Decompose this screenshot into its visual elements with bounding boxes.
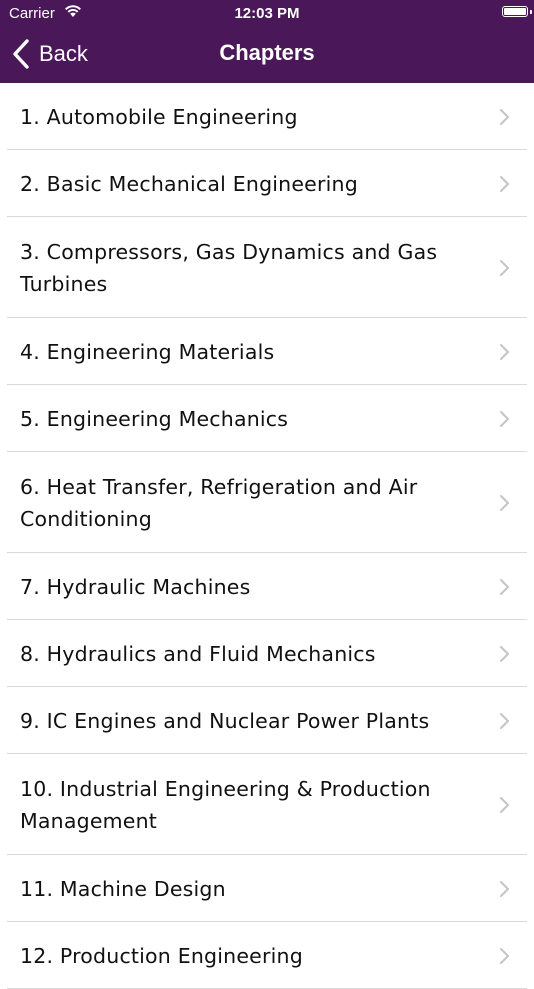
chevron-right-icon [500,947,509,964]
chapter-row[interactable]: 6. Heat Transfer, Refrigeration and Air … [0,452,534,553]
chapter-label: 10. Industrial Engineering & Production … [20,776,431,833]
chapter-label: 5. Engineering Mechanics [20,406,289,431]
chevron-right-icon [500,712,509,729]
chapter-label: 3. Compressors, Gas Dynamics and Gas Tur… [20,239,438,296]
chapter-list: 1. Automobile Engineering 2. Basic Mecha… [0,83,534,989]
page-title: Chapters [219,40,315,65]
chevron-right-icon [500,259,509,276]
chapter-row[interactable]: 3. Compressors, Gas Dynamics and Gas Tur… [0,217,534,318]
chevron-right-icon [500,880,509,897]
chapter-row[interactable]: 1. Automobile Engineering [0,83,534,150]
battery-level [504,8,526,15]
chapter-label: 2. Basic Mechanical Engineering [20,171,358,196]
chapter-label: 6. Heat Transfer, Refrigeration and Air … [20,474,418,531]
chevron-right-icon [500,410,509,427]
chapter-row[interactable]: 7. Hydraulic Machines [0,553,534,620]
status-bar: Carrier 12:03 PM [0,0,534,28]
chevron-right-icon [500,645,509,662]
status-time: 12:03 PM [234,5,300,22]
chevron-right-icon [500,175,509,192]
chapter-label: 1. Automobile Engineering [20,104,298,129]
navigation-bar: Carrier 12:03 PM Back Chapters [0,0,534,83]
chevron-right-icon [500,108,509,125]
chapter-row[interactable]: 12. Production Engineering [0,922,534,989]
chevron-right-icon [500,494,509,511]
chapter-label: 7. Hydraulic Machines [20,574,251,599]
chapter-row[interactable]: 10. Industrial Engineering & Production … [0,754,534,855]
chevron-right-icon [500,343,509,360]
chapter-row[interactable]: 5. Engineering Mechanics [0,385,534,452]
chapter-row[interactable]: 2. Basic Mechanical Engineering [0,150,534,217]
chapter-label: 9. IC Engines and Nuclear Power Plants [20,708,430,733]
chapter-row[interactable]: 11. Machine Design [0,855,534,922]
chapter-label: 12. Production Engineering [20,943,303,968]
chapter-label: 4. Engineering Materials [20,339,275,364]
chapter-row[interactable]: 9. IC Engines and Nuclear Power Plants [0,687,534,754]
chapter-row[interactable]: 4. Engineering Materials [0,318,534,385]
battery-icon [502,6,528,17]
chapter-label: 11. Machine Design [20,876,226,901]
chapter-label: 8. Hydraulics and Fluid Mechanics [20,641,376,666]
chevron-right-icon [500,578,509,595]
battery-cap [530,10,532,14]
chevron-right-icon [500,796,509,813]
chapter-row[interactable]: 8. Hydraulics and Fluid Mechanics [0,620,534,687]
